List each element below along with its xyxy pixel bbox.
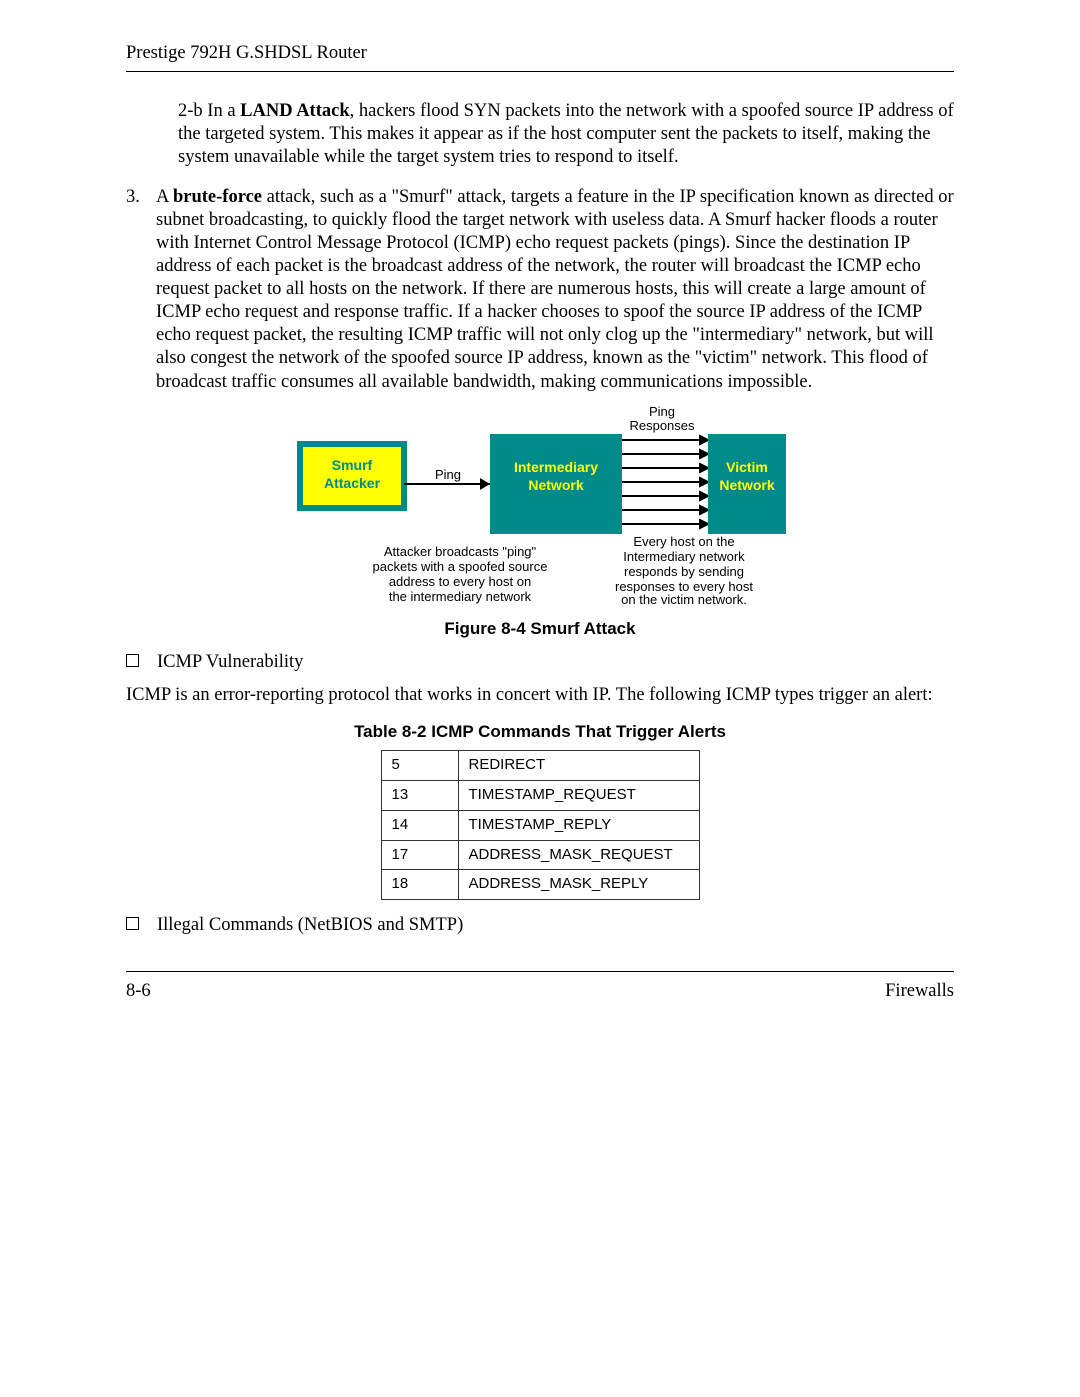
icmp-description: ICMP is an error-reporting protocol that… bbox=[126, 684, 954, 707]
footer-page-number: 8-6 bbox=[126, 980, 151, 1003]
ping-responses-label-line2: Responses bbox=[629, 418, 695, 433]
table-caption: Table 8-2 ICMP Commands That Trigger Ale… bbox=[126, 721, 954, 742]
page-footer: 8-6 Firewalls bbox=[126, 971, 954, 1003]
response-arrows bbox=[622, 436, 708, 528]
bullet-square-icon bbox=[126, 654, 139, 667]
ping-arrow-head bbox=[480, 478, 490, 490]
item3-post: attack, such as a "Smurf" attack, target… bbox=[156, 187, 954, 392]
icmp-code: 18 bbox=[381, 870, 458, 900]
legend-right-5: on the victim network. bbox=[621, 592, 747, 604]
icmp-name: TIMESTAMP_REQUEST bbox=[458, 781, 699, 811]
smurf-diagram: Ping Responses Smurf bbox=[290, 404, 790, 604]
victim-text1: Victim bbox=[726, 459, 768, 475]
icmp-code: 5 bbox=[381, 751, 458, 781]
icmp-name: TIMESTAMP_REPLY bbox=[458, 810, 699, 840]
intermediary-text1: Intermediary bbox=[514, 459, 598, 475]
icmp-code: 13 bbox=[381, 781, 458, 811]
page: Prestige 792H G.SHDSL Router 2-b In a LA… bbox=[0, 0, 1080, 1397]
legend-right-2: Intermediary network bbox=[623, 549, 745, 564]
figure-caption: Figure 8-4 Smurf Attack bbox=[126, 618, 954, 639]
bullet-icmp-vulnerability: ICMP Vulnerability bbox=[126, 651, 954, 674]
para2b-prefix: 2-b In a bbox=[178, 101, 240, 121]
icmp-name: REDIRECT bbox=[458, 751, 699, 781]
smurf-attacker-text2: Attacker bbox=[324, 475, 381, 491]
item3-bold: brute-force bbox=[173, 187, 262, 207]
table-row: 14TIMESTAMP_REPLY bbox=[381, 810, 699, 840]
list-item-3: 3. A brute-force attack, such as a "Smur… bbox=[126, 186, 954, 394]
footer-section: Firewalls bbox=[885, 980, 954, 1003]
list-item-3-text: A brute-force attack, such as a "Smurf" … bbox=[156, 186, 954, 394]
bullet-icmp-vuln-text: ICMP Vulnerability bbox=[157, 651, 303, 674]
ping-responses-label-line1: Ping bbox=[649, 404, 675, 419]
intermediary-text2: Network bbox=[528, 477, 583, 493]
icmp-table: 5REDIRECT13TIMESTAMP_REQUEST14TIMESTAMP_… bbox=[381, 750, 700, 900]
legend-left-2: packets with a spoofed source bbox=[373, 559, 548, 574]
bullet-illegal-commands: Illegal Commands (NetBIOS and SMTP) bbox=[126, 914, 954, 937]
legend-left-3: address to every host on bbox=[389, 574, 531, 589]
running-header: Prestige 792H G.SHDSL Router bbox=[126, 42, 954, 72]
paragraph-2b: 2-b In a LAND Attack, hackers flood SYN … bbox=[178, 100, 954, 169]
legend-left-1: Attacker broadcasts "ping" bbox=[384, 544, 537, 559]
icmp-name: ADDRESS_MASK_REQUEST bbox=[458, 840, 699, 870]
legend-right-1: Every host on the bbox=[633, 534, 734, 549]
table-row: 13TIMESTAMP_REQUEST bbox=[381, 781, 699, 811]
table-row: 5REDIRECT bbox=[381, 751, 699, 781]
table-row: 18ADDRESS_MASK_REPLY bbox=[381, 870, 699, 900]
bullet-square-icon bbox=[126, 917, 139, 930]
legend-left-4: the intermediary network bbox=[389, 589, 532, 604]
smurf-diagram-wrap: Ping Responses Smurf bbox=[126, 404, 954, 604]
legend-right-3: responds by sending bbox=[624, 564, 744, 579]
smurf-attacker-text1: Smurf bbox=[332, 457, 373, 473]
icmp-code: 14 bbox=[381, 810, 458, 840]
para2b-bold: LAND Attack bbox=[240, 101, 349, 121]
icmp-code: 17 bbox=[381, 840, 458, 870]
item3-pre: A bbox=[156, 187, 173, 207]
icmp-name: ADDRESS_MASK_REPLY bbox=[458, 870, 699, 900]
victim-text2: Network bbox=[719, 477, 774, 493]
bullet-illegal-cmds-text: Illegal Commands (NetBIOS and SMTP) bbox=[157, 914, 463, 937]
list-item-3-number: 3. bbox=[126, 186, 156, 209]
table-row: 17ADDRESS_MASK_REQUEST bbox=[381, 840, 699, 870]
ping-label: Ping bbox=[435, 467, 461, 482]
